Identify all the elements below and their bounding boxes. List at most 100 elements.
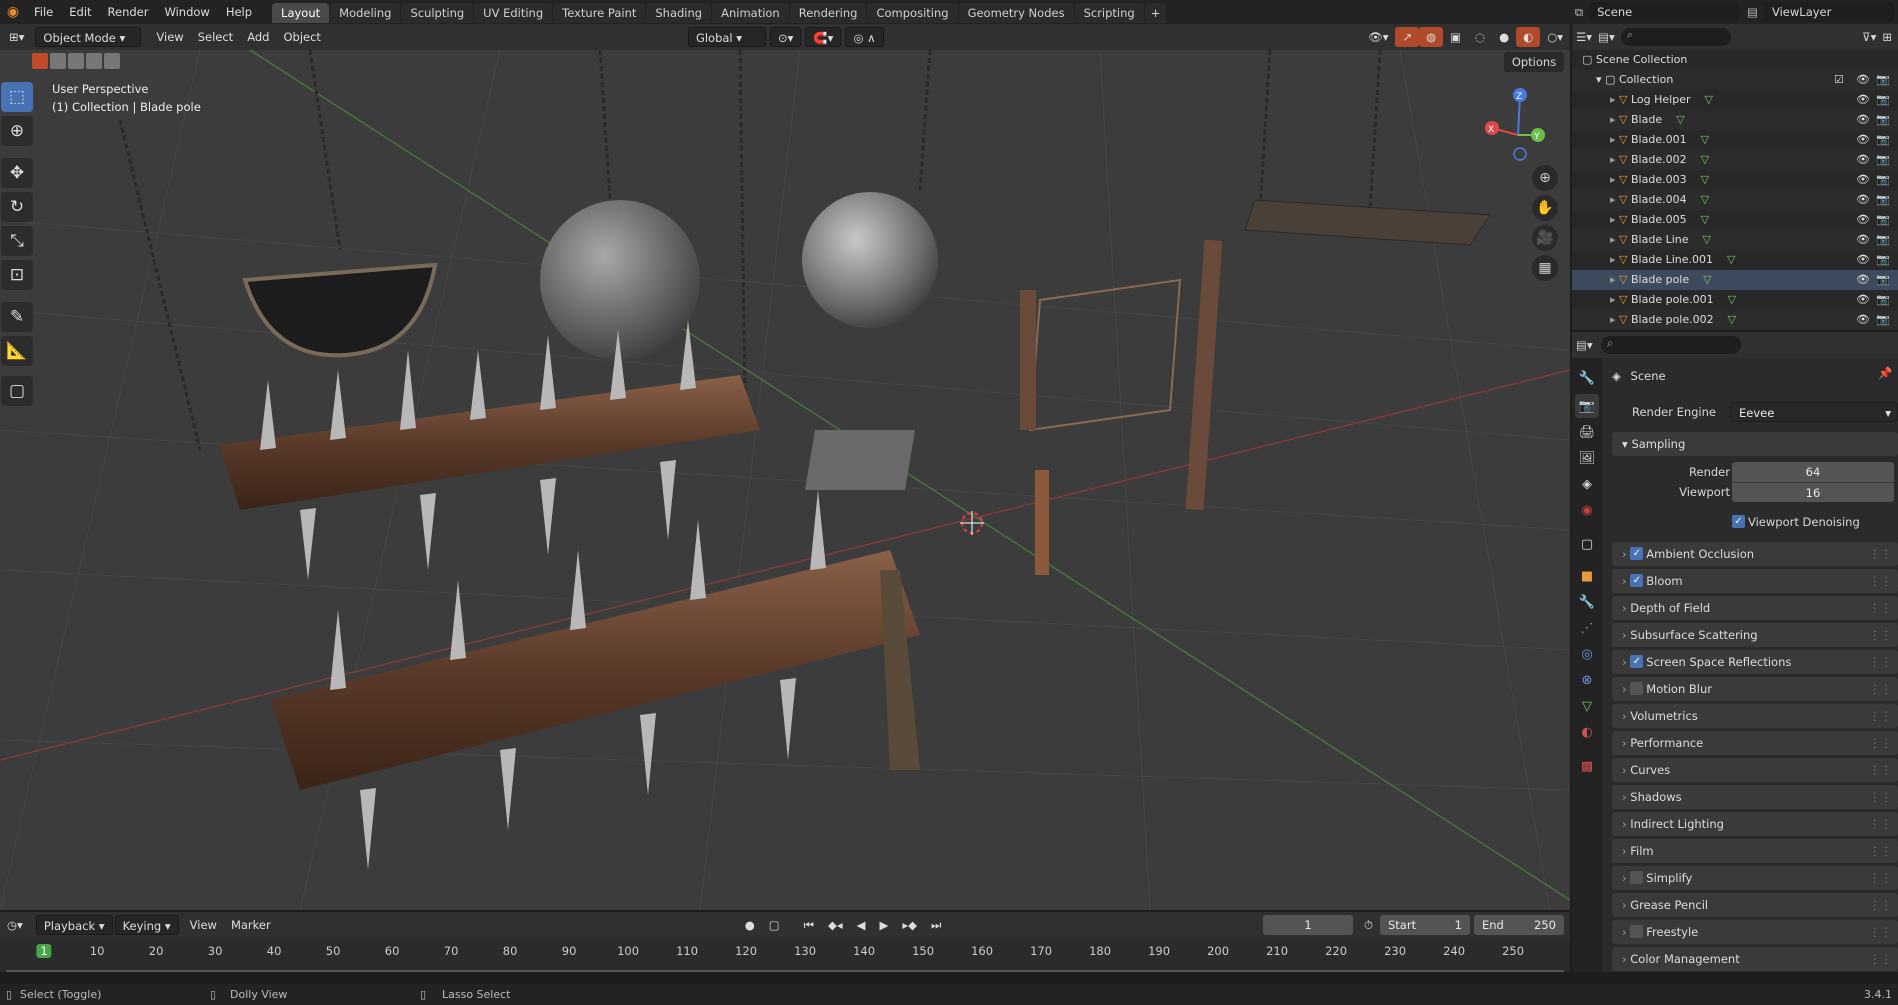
panel-header[interactable]: › Depth of Field ⋮⋮ [1612, 596, 1898, 620]
camera-icon[interactable]: 📷 [1876, 210, 1890, 230]
xray-toggle-icon[interactable]: ▣ [1443, 27, 1468, 47]
drag-handle-icon[interactable]: ⋮⋮ [1869, 812, 1892, 836]
panel-header[interactable]: › Volumetrics ⋮⋮ [1612, 704, 1898, 728]
eye-icon[interactable]: 👁 [1856, 170, 1870, 190]
scene-tab-icon[interactable]: ◈ [1575, 472, 1599, 496]
menu-select[interactable]: Select [191, 27, 240, 47]
menu-view[interactable]: View [149, 27, 190, 47]
panel-enable-checkbox[interactable] [1630, 925, 1644, 938]
collection-row[interactable]: ▾ ▢ Collection ☑ 👁 📷 [1572, 70, 1898, 90]
pivot-point-icon[interactable]: ⊙▾ [769, 27, 802, 47]
drag-handle-icon[interactable]: ⋮⋮ [1869, 839, 1892, 863]
select-box-tool-icon[interactable]: ⬚ [1, 82, 33, 112]
properties-search-input[interactable]: ⌕ [1600, 336, 1741, 354]
outliner-type-icon[interactable]: ☰▾ [1576, 30, 1592, 44]
panel-enable-checkbox[interactable] [1630, 682, 1644, 695]
drag-handle-icon[interactable]: ⋮⋮ [1869, 569, 1892, 593]
panel-header[interactable]: › Shadows ⋮⋮ [1612, 785, 1898, 809]
panel-header[interactable]: › ✓ Bloom ⋮⋮ [1612, 569, 1898, 593]
panel-header[interactable]: › Film ⋮⋮ [1612, 839, 1898, 863]
camera-icon[interactable]: 📷 [1876, 110, 1890, 130]
tab-geometry-nodes[interactable]: Geometry Nodes [958, 3, 1074, 23]
panel-header[interactable]: › Motion Blur ⋮⋮ [1612, 677, 1898, 701]
perspective-toggle-icon[interactable]: ▦ [1532, 255, 1558, 281]
scene-icon[interactable]: ⧉ [1575, 5, 1583, 20]
move-tool-icon[interactable]: ✥ [1, 158, 33, 188]
expand-arrow-icon[interactable]: ▸ [1610, 213, 1616, 226]
gizmo-toggle-icon[interactable]: ↗ [1395, 27, 1420, 47]
tab-texture-paint[interactable]: Texture Paint [553, 3, 646, 23]
panel-header[interactable]: › Freestyle ⋮⋮ [1612, 920, 1898, 944]
drag-handle-icon[interactable]: ⋮⋮ [1869, 893, 1892, 917]
tool-tab-icon[interactable]: 🔧 [1575, 366, 1599, 390]
measure-tool-icon[interactable]: 📐 [1, 336, 33, 366]
drag-handle-icon[interactable]: ⋮⋮ [1869, 947, 1892, 971]
camera-icon[interactable]: 📷 [1876, 270, 1890, 290]
overlay-toggle-icon[interactable]: ◍ [1419, 27, 1444, 47]
particles-tab-icon[interactable]: ⋰ [1575, 616, 1599, 640]
modifier-tab-icon[interactable]: 🔧 [1575, 590, 1599, 614]
panel-header[interactable]: › Color Management ⋮⋮ [1612, 947, 1898, 971]
expand-arrow-icon[interactable]: ▸ [1610, 293, 1616, 306]
camera-icon[interactable]: 📷 [1876, 170, 1890, 190]
outliner-search-input[interactable]: ⌕ [1620, 28, 1731, 46]
annotate-tool-icon[interactable]: ✎ [1, 302, 33, 332]
navigation-gizmo[interactable]: Z X Y [1485, 88, 1545, 161]
3d-cursor[interactable] [960, 511, 984, 535]
drag-handle-icon[interactable]: ⋮⋮ [1869, 542, 1892, 566]
viewport-samples-field[interactable]: 16 [1732, 482, 1894, 502]
menu-help[interactable]: Help [218, 0, 260, 24]
tab-compositing[interactable]: Compositing [867, 3, 958, 23]
expand-arrow-icon[interactable]: ▸ [1610, 313, 1616, 326]
drag-handle-icon[interactable]: ⋮⋮ [1869, 731, 1892, 755]
panel-header[interactable]: › Subsurface Scattering ⋮⋮ [1612, 623, 1898, 647]
render-samples-field[interactable]: 64 [1732, 462, 1894, 482]
menu-object[interactable]: Object [276, 27, 327, 47]
scene-collection-row[interactable]: ▢ Scene Collection [1572, 50, 1898, 70]
eye-icon[interactable]: 👁 [1856, 190, 1870, 210]
constraints-tab-icon[interactable]: ⊗ [1575, 668, 1599, 692]
data-tab-icon[interactable]: ▽ [1575, 694, 1599, 718]
panel-header[interactable]: › Indirect Lighting ⋮⋮ [1612, 812, 1898, 836]
camera-icon[interactable]: 📷 [1876, 310, 1890, 330]
output-tab-icon[interactable]: 🖨 [1575, 420, 1599, 444]
expand-arrow-icon[interactable]: ▸ [1610, 233, 1616, 246]
expand-arrow-icon[interactable]: ▾ [1596, 73, 1602, 86]
camera-icon[interactable]: 📷 [1876, 190, 1890, 210]
menu-window[interactable]: Window [156, 0, 217, 24]
material-tab-icon[interactable]: ◐ [1575, 720, 1599, 744]
outliner-item[interactable]: ▸ ▽ Log Helper ▽ 👁 📷 [1572, 90, 1898, 110]
snap-icon[interactable]: 🧲▾ [805, 27, 842, 47]
tab-layout[interactable]: Layout [272, 3, 330, 23]
outliner-item[interactable]: ▸ ▽ Blade pole ▽ 👁 📷 [1572, 270, 1898, 290]
panel-enable-checkbox[interactable] [1630, 871, 1644, 884]
tab-animation[interactable]: Animation [712, 3, 789, 23]
eye-icon[interactable]: 👁 [1856, 210, 1870, 230]
panel-enable-checkbox[interactable]: ✓ [1630, 547, 1644, 560]
tab-uv-editing[interactable]: UV Editing [474, 3, 553, 23]
menu-render[interactable]: Render [100, 0, 157, 24]
cursor-tool-icon[interactable]: ⊕ [1, 116, 33, 146]
expand-arrow-icon[interactable]: ▸ [1610, 93, 1616, 106]
eye-icon[interactable]: 👁 [1856, 270, 1870, 290]
tab-shading[interactable]: Shading [646, 3, 712, 23]
outliner-item[interactable]: ▸ ▽ Blade.002 ▽ 👁 📷 [1572, 150, 1898, 170]
eye-icon[interactable]: 👁 [1856, 70, 1870, 90]
visibility-icon[interactable]: 👁▾ [1361, 27, 1395, 47]
panel-header[interactable]: › ✓ Screen Space Reflections ⋮⋮ [1612, 650, 1898, 674]
wireframe-shading-icon[interactable]: ◌ [1468, 27, 1492, 47]
new-collection-icon[interactable]: ⊞ [1882, 30, 1892, 44]
rendered-shading-icon[interactable]: ○▾ [1540, 27, 1570, 47]
outliner-item[interactable]: ▸ ▽ Blade.003 ▽ 👁 📷 [1572, 170, 1898, 190]
viewport-denoising-checkbox[interactable]: ✓ [1732, 515, 1745, 528]
tab-scripting[interactable]: Scripting [1074, 3, 1144, 23]
panel-enable-checkbox[interactable]: ✓ [1630, 574, 1644, 587]
drag-handle-icon[interactable]: ⋮⋮ [1869, 866, 1892, 890]
zoom-icon[interactable]: ⊕ [1532, 165, 1558, 191]
frame-ruler[interactable]: 1 10 20 30 40 50 60 70 80 90 100 110 120 130 140 150 160… [0, 912, 1570, 972]
eye-icon[interactable]: 👁 [1856, 90, 1870, 110]
menu-edit[interactable]: Edit [61, 0, 99, 24]
material-shading-icon[interactable]: ◐ [1516, 27, 1541, 47]
tab-rendering[interactable]: Rendering [789, 3, 867, 23]
view-layer-selector[interactable]: ViewLayer [1764, 2, 1894, 22]
